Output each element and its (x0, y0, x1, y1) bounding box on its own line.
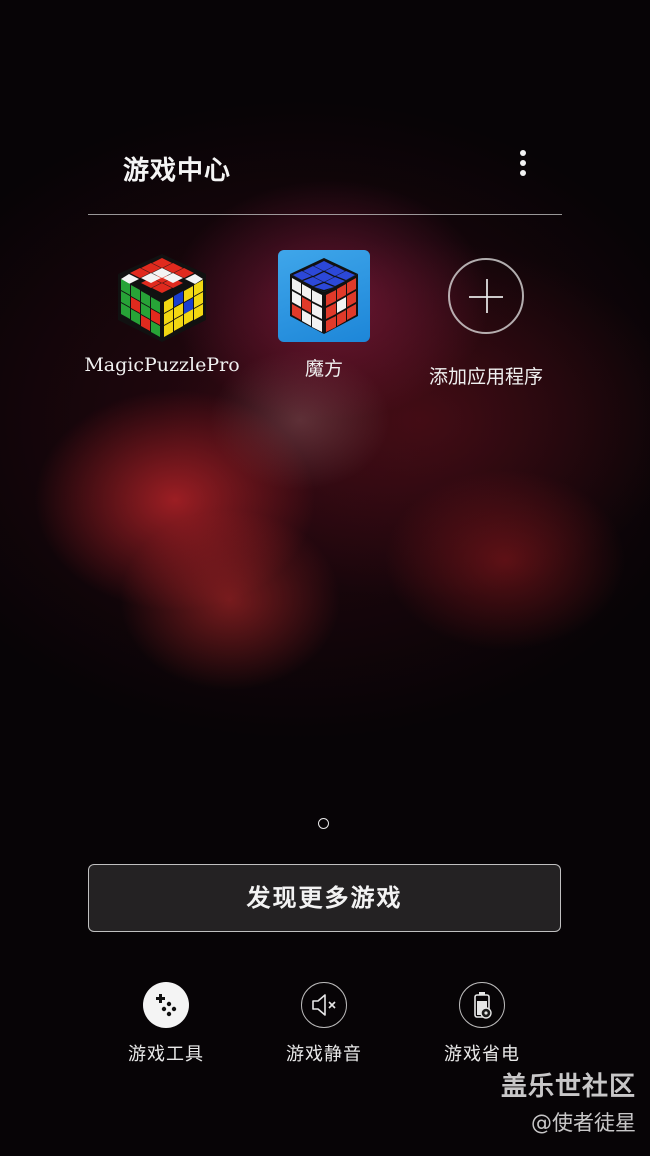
rubiks-cube-3x3-icon (276, 250, 372, 346)
page-indicator-dot (318, 818, 329, 829)
app-label: 魔方 (304, 358, 343, 380)
gamepad-icon (143, 982, 189, 1028)
game-center-header: 游戏中心 (88, 140, 562, 215)
battery-saver-icon (459, 982, 505, 1028)
game-mute-button[interactable]: 游戏静音 (264, 982, 384, 1066)
add-circle-icon (448, 258, 524, 334)
game-power-saving-button[interactable]: 游戏省电 (422, 982, 542, 1066)
game-tools-button[interactable]: 游戏工具 (106, 982, 226, 1066)
tool-label: 游戏工具 (128, 1044, 204, 1065)
app-mofang[interactable]: 魔方 (242, 250, 406, 381)
tool-label: 游戏省电 (444, 1044, 520, 1065)
watermark-brand: 盖乐世社区 (500, 1072, 636, 1102)
app-label: MagicPuzzlePro (84, 354, 240, 376)
add-app-button[interactable]: 添加应用程序 (404, 250, 568, 389)
app-grid: MagicPuzzlePro 魔方 添加应用程序 (80, 250, 570, 390)
page-title: 游戏中心 (123, 156, 232, 186)
watermark-user: @使者徒星 (531, 1111, 636, 1135)
app-label: 添加应用程序 (428, 366, 543, 388)
more-vertical-icon (520, 150, 526, 156)
more-options-button[interactable] (516, 150, 530, 180)
add-app-icon-wrapper (438, 258, 534, 354)
tool-label: 游戏静音 (286, 1044, 362, 1065)
mute-icon (301, 982, 347, 1028)
rubiks-cube-4x4-icon (114, 250, 210, 346)
app-magicpuzzlepro[interactable]: MagicPuzzlePro (80, 250, 244, 376)
discover-more-games-button[interactable]: 发现更多游戏 (88, 864, 561, 932)
community-watermark: 盖乐世社区 @使者徒星 (501, 1066, 636, 1137)
